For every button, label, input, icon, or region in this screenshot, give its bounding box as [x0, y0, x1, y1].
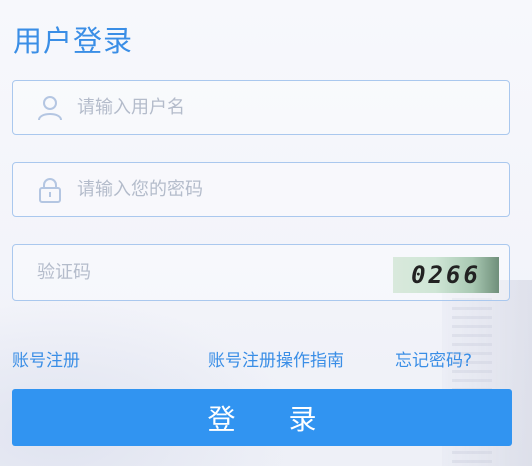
login-button[interactable]: 登 录 [12, 389, 512, 446]
register-link[interactable]: 账号注册 [12, 346, 80, 371]
username-field[interactable] [12, 80, 510, 135]
register-guide-link[interactable]: 账号注册操作指南 [208, 346, 344, 371]
username-input[interactable] [77, 81, 397, 134]
password-input[interactable] [77, 163, 397, 216]
user-icon [37, 95, 63, 121]
captcha-image[interactable]: 0266 [393, 257, 499, 293]
lock-icon [37, 177, 63, 203]
captcha-field[interactable]: 0266 [12, 244, 510, 301]
captcha-input[interactable] [37, 245, 357, 300]
forgot-password-link[interactable]: 忘记密码? [395, 346, 472, 371]
password-field[interactable] [12, 162, 510, 217]
page-title: 用户登录 [13, 24, 134, 58]
